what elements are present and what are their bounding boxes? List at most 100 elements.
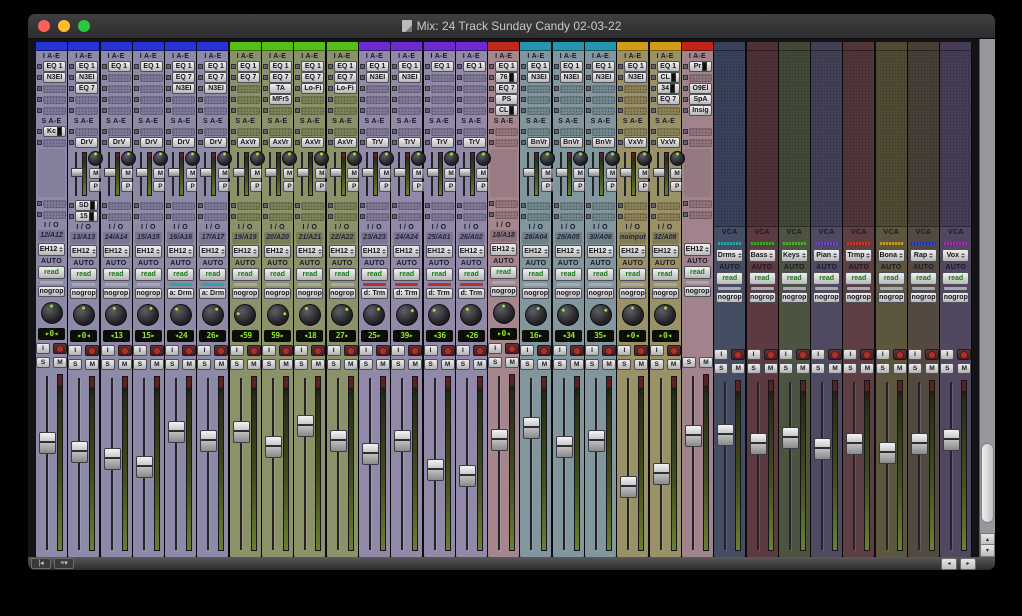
group-selector[interactable]: nogrop [134, 287, 162, 299]
output-path-selector[interactable]: EH12 [683, 243, 711, 256]
pan-value-display[interactable]: 25▸ [360, 330, 388, 342]
group-selector[interactable]: a: Drm [167, 287, 195, 299]
insert-button[interactable]: EQ 7 [236, 72, 260, 83]
send-button[interactable]: BnVr [527, 137, 551, 148]
solo-button[interactable]: S [36, 356, 50, 368]
send-mini-fader[interactable] [135, 150, 148, 198]
pan-knob[interactable] [395, 304, 418, 326]
pan-value-display[interactable]: ▸0◂ [490, 328, 518, 340]
solo-button[interactable]: S [229, 358, 244, 370]
record-enable-button[interactable] [505, 343, 520, 354]
insert-button[interactable]: N3EI [365, 72, 389, 83]
record-enable-button[interactable] [634, 345, 649, 356]
solo-button[interactable]: S [423, 358, 438, 370]
group-selector[interactable]: nogrop [522, 287, 550, 299]
volume-fader-handle[interactable] [265, 435, 283, 458]
output-path-selector[interactable]: EH12 [167, 245, 195, 258]
solo-button[interactable]: S [100, 358, 115, 370]
group-selector[interactable]: nogrop [780, 291, 808, 303]
insert-button[interactable]: EQ 1 [333, 61, 357, 72]
minimize-button[interactable] [58, 20, 70, 32]
record-enable-button[interactable] [472, 345, 487, 356]
send-fader-handle[interactable] [168, 168, 181, 178]
automation-mode-button[interactable]: read [522, 268, 550, 281]
pan-knob[interactable] [524, 304, 547, 326]
insert-button[interactable]: EQ 7 [269, 72, 293, 83]
insert-button[interactable]: N3EI [43, 72, 66, 83]
group-selector[interactable]: d: Trm [360, 287, 388, 299]
pan-knob[interactable] [105, 304, 128, 326]
send-fader-handle[interactable] [103, 168, 116, 178]
record-enable-button[interactable] [892, 349, 907, 360]
group-selector[interactable]: nogrop [328, 287, 356, 299]
insert-button[interactable]: EQ 7 [333, 72, 357, 83]
pan-value-display[interactable]: 26▸ [199, 330, 227, 342]
send-mini-fader[interactable] [361, 150, 374, 198]
insert-button[interactable]: N3EI [204, 83, 228, 94]
titlebar[interactable]: Mix: 24 Track Sunday Candy 02-03-22 [28, 14, 995, 39]
volume-fader-handle[interactable] [781, 427, 799, 450]
volume-fader-handle[interactable] [588, 430, 606, 453]
insert-button[interactable]: N3EI [75, 72, 99, 83]
input-path[interactable]: 23/A23 [360, 232, 388, 244]
track-color-bar[interactable] [262, 42, 294, 51]
vertical-scrollbar[interactable]: ▴ ▾ [979, 39, 995, 557]
send-button[interactable]: DrV [107, 137, 131, 148]
input-monitor-button[interactable]: I [455, 345, 470, 356]
record-enable-button[interactable] [666, 345, 681, 356]
record-enable-button[interactable] [602, 345, 617, 356]
vca-name-selector[interactable]: Keys [780, 249, 808, 262]
input-monitor-button[interactable]: I [940, 349, 955, 360]
automation-mode-button[interactable]: read [780, 272, 808, 285]
record-enable-button[interactable] [860, 349, 875, 360]
input-path[interactable]: 17/A17 [199, 232, 227, 244]
volume-fader-handle[interactable] [200, 430, 218, 453]
input-monitor-button[interactable]: I [908, 349, 923, 360]
solo-button[interactable]: S [391, 358, 406, 370]
output-path-selector[interactable]: EH12 [619, 245, 647, 258]
track-color-bar[interactable] [197, 42, 229, 51]
send-pan-knob[interactable] [346, 151, 362, 166]
vca-name-selector[interactable]: Rap [910, 249, 938, 262]
pan-knob[interactable] [589, 304, 612, 326]
volume-fader-handle[interactable] [684, 424, 702, 447]
send-fader-handle[interactable] [265, 168, 278, 178]
group-selector[interactable]: d: Trm [393, 287, 421, 299]
send-mini-fader[interactable] [587, 150, 601, 198]
automation-mode-button[interactable]: read [264, 268, 292, 281]
track-color-bar[interactable] [875, 42, 907, 51]
pan-value-display[interactable]: ◂26 [457, 330, 485, 342]
record-enable-button[interactable] [149, 345, 164, 356]
send-mini-fader[interactable] [652, 150, 665, 198]
input-monitor-button[interactable]: I [746, 349, 761, 360]
insert-button[interactable]: CL [656, 72, 680, 83]
input-monitor-button[interactable]: I [391, 345, 406, 356]
solo-button[interactable]: S [617, 358, 632, 370]
input-monitor-button[interactable]: I [68, 345, 83, 356]
input-monitor-button[interactable]: I [843, 349, 858, 360]
automation-mode-button[interactable]: read [425, 268, 453, 281]
pan-knob[interactable] [169, 304, 192, 326]
input-monitor-button[interactable]: I [100, 345, 115, 356]
send-button[interactable]: DrV [139, 137, 163, 148]
insert-button[interactable]: EQ 1 [43, 61, 66, 72]
group-selector[interactable]: nogrop [490, 285, 518, 297]
record-enable-button[interactable] [311, 345, 326, 356]
volume-fader-handle[interactable] [523, 417, 541, 440]
send-pan-knob[interactable] [605, 151, 621, 166]
vca-name-selector[interactable]: Bass [748, 249, 776, 262]
send-mini-fader[interactable] [426, 150, 439, 198]
pan-knob[interactable] [460, 304, 483, 326]
insert-button[interactable]: N3EI [398, 72, 422, 83]
record-enable-button[interactable] [53, 343, 67, 354]
automation-mode-button[interactable]: read [651, 268, 679, 281]
volume-fader-handle[interactable] [749, 432, 767, 455]
automation-mode-button[interactable]: read [910, 272, 938, 285]
volume-fader-handle[interactable] [103, 448, 121, 471]
narrow-view-toggle[interactable]: |◂ [31, 558, 51, 569]
mute-button[interactable]: M [602, 358, 617, 370]
output-path-selector[interactable]: EH12 [134, 245, 162, 258]
volume-fader-handle[interactable] [943, 429, 961, 452]
solo-button[interactable]: S [68, 358, 83, 370]
send-pan-knob[interactable] [378, 151, 394, 166]
